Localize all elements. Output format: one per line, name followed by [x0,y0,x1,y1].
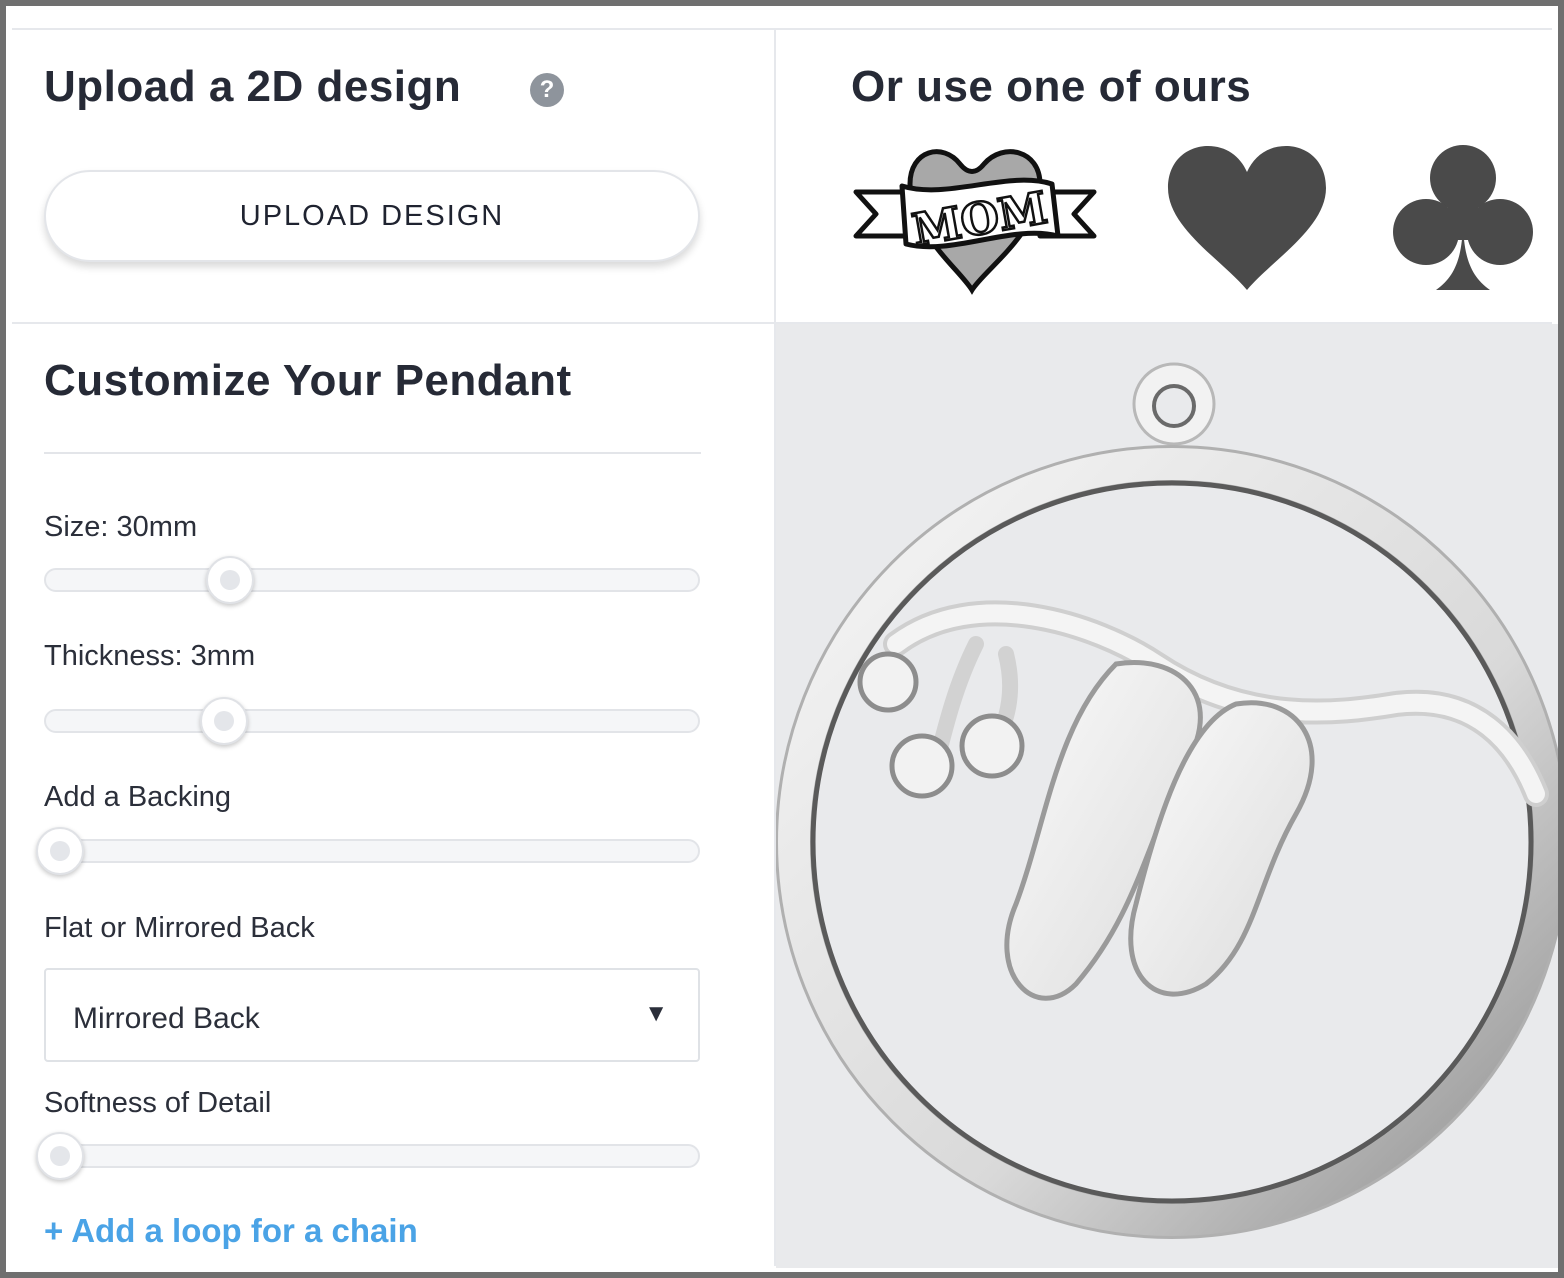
thickness-slider[interactable] [44,697,700,745]
section-rule [44,452,701,454]
upload-design-button[interactable]: UPLOAD DESIGN [44,170,700,262]
add-loop-link[interactable]: + Add a loop for a chain [44,1212,418,1250]
pendant-preview-panel[interactable] [776,324,1558,1268]
thickness-label: Thickness: 3mm [44,640,256,672]
size-label: Size: 30mm [44,511,198,543]
pendant-berry [959,713,1025,779]
upload-title: Upload a 2D design [44,62,462,111]
help-icon[interactable]: ? [530,73,564,107]
backing-slider[interactable] [36,827,700,875]
design-club[interactable] [1392,144,1534,292]
pendant-berry [889,733,955,799]
size-slider-thumb[interactable] [206,556,255,604]
thickness-slider-thumb[interactable] [200,697,249,745]
back-type-selected-value: Mirrored Back [73,1002,260,1035]
club-icon [1393,145,1533,290]
back-type-select[interactable]: Mirrored Back ▼ [44,968,700,1062]
pendant-3d-preview[interactable] [776,324,1558,1268]
app-frame: Upload a 2D design ? UPLOAD DESIGN Or us… [0,0,1564,1278]
design-heart[interactable] [1166,144,1328,294]
ours-title: Or use one of ours [851,62,1252,111]
softness-slider[interactable] [36,1132,700,1180]
size-slider[interactable] [44,556,700,604]
pendant-berry [857,651,919,713]
backing-label: Add a Backing [44,781,232,813]
mom-heart-banner-icon: MOM [853,149,1097,295]
design-mom-heart[interactable]: MOM [848,140,1102,296]
back-type-label: Flat or Mirrored Back [44,912,315,944]
customize-title: Customize Your Pendant [44,356,572,405]
softness-label: Softness of Detail [44,1087,272,1119]
top-strip [12,12,1552,30]
softness-slider-thumb[interactable] [36,1132,84,1180]
heart-icon [1168,146,1326,290]
backing-slider-thumb[interactable] [36,827,84,875]
chevron-down-icon: ▼ [644,1000,668,1027]
